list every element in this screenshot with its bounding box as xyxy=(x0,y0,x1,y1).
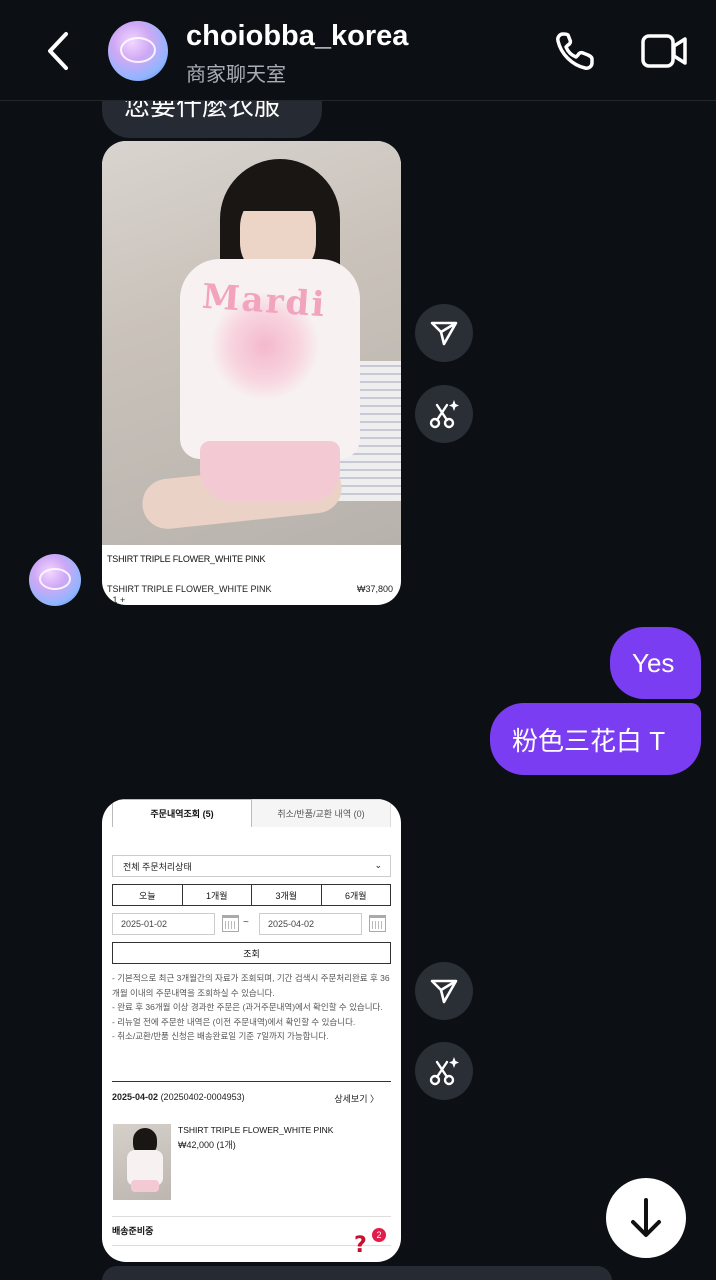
detail-link[interactable]: 상세보기 〉 xyxy=(334,1092,379,1105)
search-button[interactable]: 조회 xyxy=(112,942,391,964)
order-tabs: 주문내역조회 (5) 취소/반품/교환 내역 (0) xyxy=(112,799,391,827)
shirt-print: Mardi xyxy=(200,276,328,326)
period-button[interactable]: 오늘 xyxy=(113,885,183,905)
quantity-stepper[interactable]: - 1 + xyxy=(107,595,125,605)
order-header: 2025-04-02 (20250402-0004953) xyxy=(112,1092,245,1102)
help-question-icon: ? xyxy=(354,1233,367,1258)
notice-item: - 취소/교환/반품 신청은 배송완료일 기준 7일까지 가능합니다. xyxy=(112,1031,329,1041)
send-icon xyxy=(430,321,458,346)
calendar-icon[interactable] xyxy=(222,915,239,932)
date-to-field[interactable]: 2025-04-02 xyxy=(259,913,362,935)
order-item-name[interactable]: TSHIRT TRIPLE FLOWER_WHITE PINK xyxy=(178,1125,333,1135)
incoming-message-bubble[interactable] xyxy=(102,1266,612,1280)
clip-button[interactable] xyxy=(415,385,473,443)
send-icon xyxy=(430,979,458,1004)
tab-cancel-return[interactable]: 취소/반품/교환 내역 (0) xyxy=(252,799,391,827)
scroll-to-bottom-button[interactable] xyxy=(606,1178,686,1258)
merchant-avatar[interactable] xyxy=(108,21,168,81)
divider xyxy=(112,1216,391,1217)
sender-avatar[interactable] xyxy=(29,554,81,606)
phone-icon[interactable] xyxy=(552,28,602,74)
help-button[interactable]: ? 2 xyxy=(354,1228,386,1261)
notice-item: - 기본적으로 최근 3개월간의 자료가 조회되며, 기간 검색시 주문처리완료… xyxy=(112,973,390,998)
calendar-icon[interactable] xyxy=(369,915,386,932)
date-from-field[interactable]: 2025-01-02 xyxy=(112,913,215,935)
outgoing-message-bubble[interactable]: Yes xyxy=(610,627,701,699)
period-buttons: 오늘 1개월 3개월 6개월 xyxy=(112,884,391,906)
select-value: 전체 주문처리상태 xyxy=(123,861,192,872)
order-status: 배송준비중 xyxy=(112,1226,154,1236)
video-call-icon[interactable] xyxy=(638,28,690,74)
avatar-logo-icon xyxy=(39,568,71,590)
tab-order-history[interactable]: 주문내역조회 (5) xyxy=(112,799,252,827)
order-date: 2025-04-02 xyxy=(112,1092,159,1102)
period-button[interactable]: 6개월 xyxy=(322,885,391,905)
clip-button[interactable] xyxy=(415,1042,473,1100)
chevron-down-icon: ⌄ xyxy=(374,860,382,870)
notification-badge: 2 xyxy=(372,1228,386,1242)
notice-list: - 기본적으로 최근 3개월간의 자료가 조회되며, 기간 검색시 주문처리완료… xyxy=(112,971,391,1044)
back-arrow-icon[interactable] xyxy=(40,28,80,74)
date-separator: ~ xyxy=(243,917,249,928)
avatar-logo-icon xyxy=(120,37,156,63)
arrow-down-icon xyxy=(631,1198,661,1237)
period-button[interactable]: 3개월 xyxy=(252,885,322,905)
order-item-price: ₩42,000 (1개) xyxy=(178,1140,236,1150)
period-button[interactable]: 1개월 xyxy=(183,885,252,905)
outgoing-message-bubble[interactable]: 粉色三花白 T xyxy=(490,703,701,775)
notice-item: - 리뉴얼 전에 주문한 내역은 (이전 주문내역)에서 확인할 수 있습니다. xyxy=(112,1016,356,1027)
chat-header: choiobba_korea 商家聊天室 xyxy=(0,0,716,101)
product-price: ₩37,800 xyxy=(356,584,393,594)
share-button[interactable] xyxy=(415,962,473,1020)
order-status-select[interactable]: 전체 주문처리상태 ⌄ xyxy=(112,855,391,877)
order-number: (20250402-0004953) xyxy=(160,1092,245,1102)
order-history-card[interactable]: 주문내역조회 (5) 취소/반품/교환 내역 (0) 전체 주문처리상태 ⌄ 오… xyxy=(102,799,401,1262)
order-item-thumbnail[interactable] xyxy=(113,1124,171,1200)
product-item-name: TSHIRT TRIPLE FLOWER_WHITE PINK xyxy=(107,584,272,594)
message-text: Yes xyxy=(632,647,675,678)
divider xyxy=(112,1081,391,1082)
scissors-sparkle-icon xyxy=(429,400,459,429)
divider xyxy=(112,1245,391,1246)
merchant-name[interactable]: choiobba_korea xyxy=(186,20,408,53)
product-card[interactable]: Mardi TSHIRT TRIPLE FLOWER_WHITE PINK TS… xyxy=(102,141,401,605)
product-photo: Mardi xyxy=(102,141,401,545)
share-button[interactable] xyxy=(415,304,473,362)
message-text: 粉色三花白 T xyxy=(512,725,666,756)
product-title: TSHIRT TRIPLE FLOWER_WHITE PINK xyxy=(107,554,266,564)
scissors-sparkle-icon xyxy=(429,1057,459,1086)
chat-type-label: 商家聊天室 xyxy=(186,64,286,86)
notice-item: - 완료 후 36개월 이상 경과한 주문은 (과거주문내역)에서 확인할 수 … xyxy=(112,1002,383,1012)
